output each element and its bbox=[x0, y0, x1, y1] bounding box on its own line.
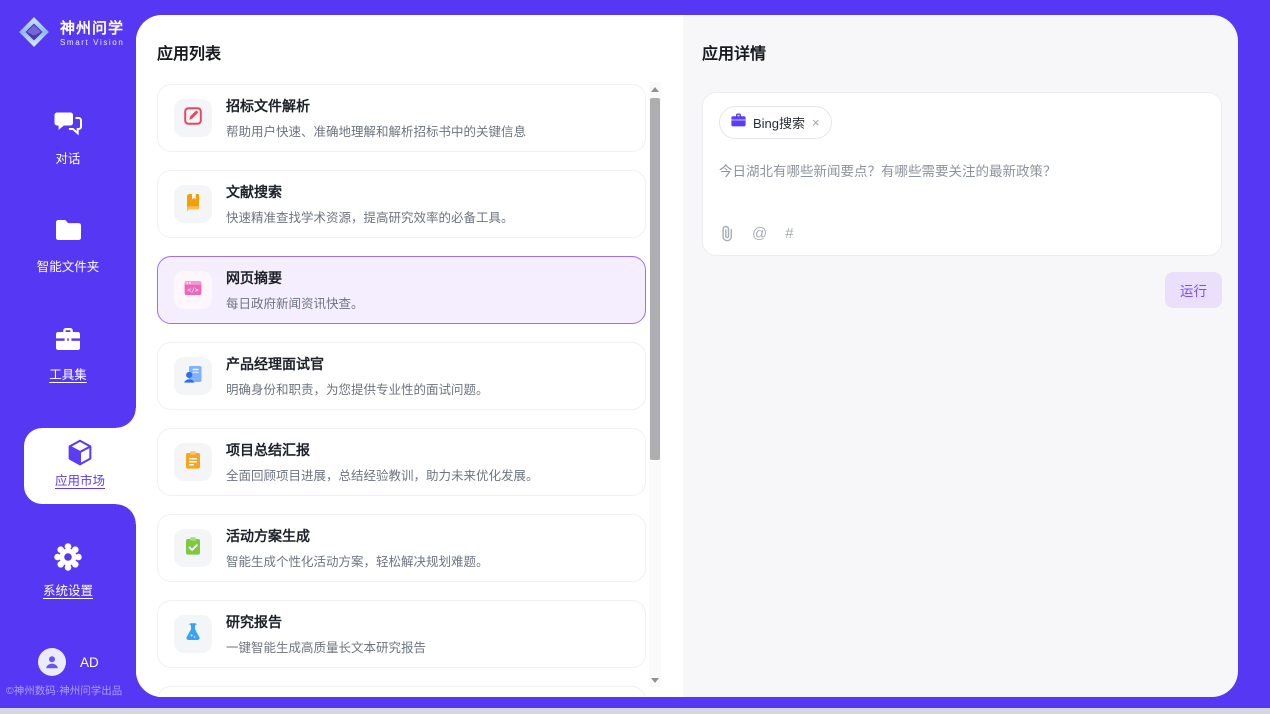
tool-chip-label: Bing搜索 bbox=[753, 113, 805, 132]
app-card-网页摘要[interactable]: </> 网页摘要 每日政府新闻资讯快查。 bbox=[157, 256, 646, 324]
app-card-description: 快速精准查找学术资源，提高研究效率的必备工具。 bbox=[226, 207, 514, 226]
web-code-icon: </> bbox=[183, 278, 203, 303]
app-card-title: 招标文件解析 bbox=[226, 96, 526, 116]
app-card-研究报告[interactable]: 研究报告 一键智能生成高质量长文本研究报告 bbox=[157, 600, 646, 668]
sidebar-item-应用市场[interactable]: 应用市场 bbox=[24, 428, 136, 504]
copyright: ©神州数码·神州问学出品 bbox=[6, 683, 136, 698]
sidebar-item-系统设置[interactable]: 系统设置 bbox=[0, 542, 136, 600]
report-icon bbox=[183, 450, 203, 475]
app-card-产品经理面试官[interactable]: 产品经理面试官 明确身份和职责，为您提供专业性的面试问题。 bbox=[157, 342, 646, 410]
app-card-title: 产品经理面试官 bbox=[226, 354, 489, 374]
app-card-项目总结汇报[interactable]: 项目总结汇报 全面回顾项目进展，总结经验教训，助力未来优化发展。 bbox=[157, 428, 646, 496]
sidebar-item-智能文件夹[interactable]: 智能文件夹 bbox=[0, 218, 136, 276]
app-card-title: 活动方案生成 bbox=[226, 526, 489, 546]
person-icon bbox=[44, 654, 60, 670]
app-list-title: 应用列表 bbox=[157, 40, 221, 64]
folder-icon bbox=[0, 218, 136, 248]
app-card-title: 研究报告 bbox=[226, 612, 426, 632]
query-input[interactable]: 今日湖北有哪些新闻要点？有哪些需要关注的最新政策？ bbox=[719, 160, 1205, 180]
app-detail-panel: 应用详情 Bing搜索 × 今日湖北有哪些新闻要点？有哪些需要关注的最新政策？ bbox=[683, 15, 1238, 697]
app-card-活动方案生成[interactable]: 活动方案生成 智能生成个性化活动方案，轻松解决规划难题。 bbox=[157, 514, 646, 582]
app-card-description: 智能生成个性化活动方案，轻松解决规划难题。 bbox=[226, 551, 489, 570]
chat-icon bbox=[0, 110, 136, 140]
sidebar-item-对话[interactable]: 对话 bbox=[0, 110, 136, 168]
app-card-title: 网页摘要 bbox=[226, 268, 364, 288]
app-card-title: 项目总结汇报 bbox=[226, 440, 539, 460]
app-card-教案生成[interactable]: 教案生成 模板驱动，教案秒成，教学准备从此轻松快捷 bbox=[157, 686, 646, 697]
tool-chip-bing-search[interactable]: Bing搜索 × bbox=[719, 106, 832, 139]
app-card-title: 文献搜索 bbox=[226, 182, 514, 202]
brand-subtitle: Smart Vision bbox=[60, 39, 124, 47]
app-card-招标文件解析[interactable]: 招标文件解析 帮助用户快速、准确地理解和解析招标书中的关键信息 bbox=[157, 84, 646, 152]
scrollbar[interactable] bbox=[649, 82, 661, 687]
cube-icon bbox=[24, 437, 136, 465]
main-content: 应用列表 招标文件解析 帮助用户快速、准确地理解和解析招标书中的关键信息 文献搜… bbox=[136, 15, 1238, 697]
bottom-strip bbox=[0, 708, 1270, 714]
run-button[interactable]: 运行 bbox=[1165, 272, 1222, 308]
brand-logo: 神州问学 Smart Vision bbox=[16, 14, 124, 55]
toolbox-icon bbox=[0, 326, 136, 356]
scroll-up-arrow-icon[interactable] bbox=[649, 82, 661, 96]
app-window: 神州问学 Smart Vision 对话 智能文件夹 工具集 应用市场 系统设置… bbox=[0, 0, 1270, 708]
svg-text:</>: </> bbox=[187, 286, 199, 294]
user-row[interactable]: AD bbox=[38, 648, 99, 676]
app-card-description: 一键智能生成高质量长文本研究报告 bbox=[226, 637, 426, 656]
composer-toolbar: @ # bbox=[720, 225, 794, 242]
app-card-description: 帮助用户快速、准确地理解和解析招标书中的关键信息 bbox=[226, 121, 526, 140]
scrollbar-thumb[interactable] bbox=[650, 98, 660, 460]
composer-card[interactable]: Bing搜索 × 今日湖北有哪些新闻要点？有哪些需要关注的最新政策？ @ # bbox=[702, 92, 1222, 256]
hashtag-icon[interactable]: # bbox=[785, 225, 793, 242]
sidebar: 神州问学 Smart Vision 对话 智能文件夹 工具集 应用市场 系统设置… bbox=[0, 0, 136, 708]
app-card-文献搜索[interactable]: 文献搜索 快速精准查找学术资源，提高研究效率的必备工具。 bbox=[157, 170, 646, 238]
mention-icon[interactable]: @ bbox=[752, 225, 767, 242]
chip-close-icon[interactable]: × bbox=[812, 116, 820, 129]
research-icon bbox=[183, 622, 203, 647]
brand-name: 神州问学 bbox=[60, 21, 124, 37]
app-card-list: 招标文件解析 帮助用户快速、准确地理解和解析招标书中的关键信息 文献搜索 快速精… bbox=[157, 84, 646, 697]
book-icon bbox=[183, 192, 203, 217]
app-list-panel: 应用列表 招标文件解析 帮助用户快速、准确地理解和解析招标书中的关键信息 文献搜… bbox=[136, 15, 683, 697]
sidebar-item-工具集[interactable]: 工具集 bbox=[0, 326, 136, 384]
edit-doc-icon bbox=[183, 106, 203, 131]
gear-icon bbox=[0, 542, 136, 572]
briefcase-icon bbox=[731, 113, 746, 132]
app-detail-title: 应用详情 bbox=[702, 40, 1222, 64]
attachment-icon[interactable] bbox=[720, 225, 734, 242]
app-card-description: 全面回顾项目进展，总结经验教训，助力未来优化发展。 bbox=[226, 465, 539, 484]
interviewer-icon bbox=[183, 364, 203, 389]
scroll-down-arrow-icon[interactable] bbox=[649, 673, 661, 687]
plan-icon bbox=[183, 536, 203, 561]
app-card-description: 明确身份和职责，为您提供专业性的面试问题。 bbox=[226, 379, 489, 398]
app-card-description: 每日政府新闻资讯快查。 bbox=[226, 293, 364, 312]
avatar[interactable] bbox=[38, 648, 66, 676]
user-initials: AD bbox=[80, 655, 99, 670]
brand-diamond-icon bbox=[16, 14, 52, 55]
